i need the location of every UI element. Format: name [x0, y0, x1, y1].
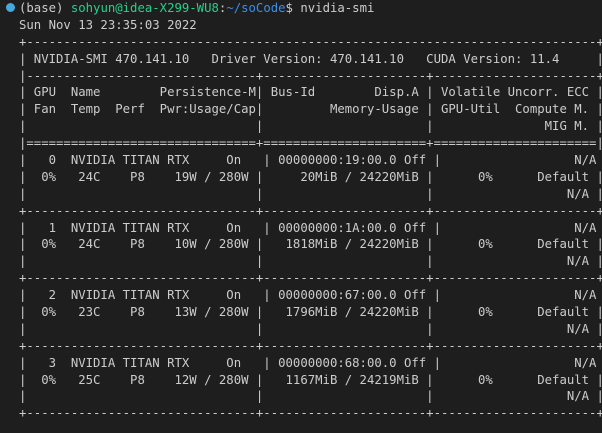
- output-line: | 1 NVIDIA TITAN RTX On | 00000000:1A:00…: [19, 220, 602, 235]
- output-line: +-------------------------------+-------…: [19, 338, 602, 353]
- output-line: | | | N/A |: [19, 389, 602, 404]
- output-line: | | | N/A |: [19, 321, 602, 336]
- command-text: nvidia-smi: [300, 1, 375, 15]
- prompt-line: (base) sohyun@idea-X299-WU8:~/soCode$ nv…: [4, 0, 602, 17]
- output-line: | 0% 24C P8 19W / 280W | 20MiB / 24220Mi…: [19, 169, 602, 184]
- output-line: | | | MIG M. |: [19, 119, 602, 134]
- output-line: +-------------------------------+-------…: [19, 406, 602, 421]
- prompt-symbol: $: [285, 1, 301, 15]
- output-line: |-------------------------------+-------…: [19, 68, 602, 83]
- output-line: | 0% 24C P8 10W / 280W | 1818MiB / 24220…: [19, 237, 602, 252]
- timestamp: Sun Nov 13 23:35:03 2022: [19, 17, 197, 32]
- user-host: sohyun@idea-X299-WU8: [70, 1, 219, 15]
- prompt-status-icon: [6, 3, 15, 12]
- output-line: | 2 NVIDIA TITAN RTX On | 00000000:67:00…: [19, 288, 602, 303]
- output-line: | | | N/A |: [19, 254, 602, 269]
- output-line: |===============================+=======…: [19, 136, 602, 151]
- output-line: +-------------------------------+-------…: [19, 271, 602, 286]
- output-line: | GPU Name Persistence-M| Bus-Id Disp.A …: [19, 85, 602, 100]
- nvidia-smi-output: +---------------------------------------…: [4, 34, 602, 422]
- output-line: | 0% 25C P8 12W / 280W | 1167MiB / 24219…: [19, 372, 602, 387]
- output-line: | | | N/A |: [19, 186, 602, 201]
- working-directory: ~/soCode: [226, 1, 286, 15]
- output-line: +-------------------------------+-------…: [19, 203, 602, 218]
- conda-env: (base): [19, 1, 71, 15]
- output-line: +---------------------------------------…: [19, 34, 602, 49]
- output-line: | Fan Temp Perf Pwr:Usage/Cap| Memory-Us…: [19, 102, 602, 117]
- output-line: | 0 NVIDIA TITAN RTX On | 00000000:19:00…: [19, 153, 602, 168]
- output-line: | NVIDIA-SMI 470.141.10 Driver Version: …: [19, 51, 602, 66]
- output-line: | 0% 23C P8 13W / 280W | 1796MiB / 24220…: [19, 305, 602, 320]
- output-line: | 3 NVIDIA TITAN RTX On | 00000000:68:00…: [19, 355, 602, 370]
- terminal[interactable]: (base) sohyun@idea-X299-WU8:~/soCode$ nv…: [0, 0, 602, 422]
